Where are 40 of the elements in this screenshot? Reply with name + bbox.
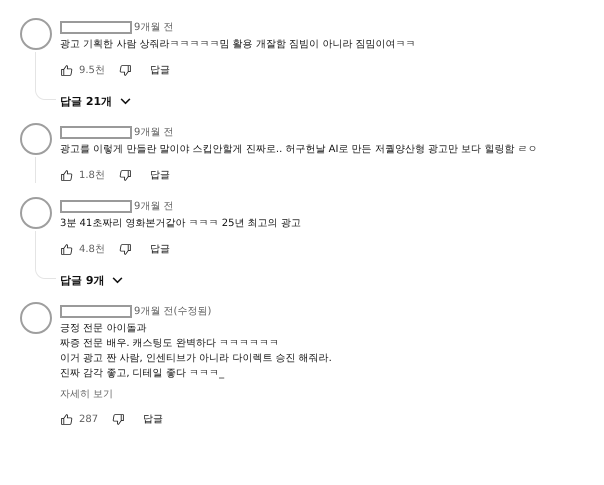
- thumbs-down-icon[interactable]: [118, 168, 132, 182]
- thumbs-down-icon[interactable]: [118, 242, 132, 256]
- comment-text: 긍정 전문 아이돌과: [60, 322, 146, 336]
- thumbs-up-icon[interactable]: [60, 242, 73, 256]
- comment-time[interactable]: 9개월 전(수정됨): [134, 304, 212, 318]
- comment-text: 이거 광고 짠 사람, 인센티브가 아니라 다이렉트 승진 해줘라.: [60, 352, 332, 366]
- like-count: 287: [79, 414, 98, 424]
- chevron-down-icon: [120, 98, 132, 105]
- redacted-name: [60, 126, 132, 138]
- avatar-icon[interactable]: [20, 197, 52, 229]
- reply-button[interactable]: 답글: [150, 168, 170, 182]
- redacted-name: [60, 20, 132, 34]
- comment-time[interactable]: 9개월 전: [134, 125, 174, 139]
- read-more-link[interactable]: 자세히 보기: [60, 387, 114, 401]
- like-count: 4.8천: [79, 243, 105, 256]
- comment-text: 짜증 전문 배우. 캐스팅도 완벽하다 ㅋㅋㅋㅋㅋㅋ: [60, 337, 280, 351]
- redacted-name: [60, 200, 132, 212]
- redacted-name: [60, 304, 132, 318]
- thumbs-up-icon[interactable]: [60, 168, 73, 182]
- reply-button[interactable]: 답글: [150, 242, 170, 256]
- replies-toggle[interactable]: 답글 9개: [60, 273, 124, 288]
- chevron-down-icon: [112, 277, 124, 284]
- replies-toggle[interactable]: 답글 21개: [60, 94, 132, 109]
- reply-button[interactable]: 답글: [150, 63, 170, 77]
- comment-text: 광고 기획한 사람 상줘라ㅋㅋㅋㅋㅋ밈 활용 개잘함 짐빔이 아니라 짐밈이여ㅋㅋ: [60, 38, 416, 52]
- reply-button[interactable]: 답글: [143, 412, 164, 426]
- comment-text: 3분 41초짜리 영화본거같아 ㅋㅋㅋ 25년 최고의 광고: [60, 217, 301, 231]
- thumbs-down-icon[interactable]: [118, 64, 132, 76]
- thumbs-down-icon[interactable]: [112, 412, 126, 426]
- comment-text: 광고를 이렇게 만들란 말이야 스킵안할게 진짜로.. 허구헌날 AI로 만든 저퀄양산형 광고만 보다 힐링함 ㄹㅇ: [60, 143, 538, 157]
- like-count: 9.5천: [79, 64, 105, 77]
- avatar-icon[interactable]: [20, 302, 52, 334]
- like-count: 1.8천: [79, 169, 105, 182]
- thumbs-up-icon[interactable]: [60, 412, 73, 426]
- thumbs-up-icon[interactable]: [60, 64, 73, 76]
- comment-time[interactable]: 9개월 전: [134, 199, 174, 213]
- comment-time[interactable]: 9개월 전: [134, 20, 174, 34]
- avatar-icon[interactable]: [20, 123, 52, 155]
- avatar-icon[interactable]: [20, 18, 52, 50]
- comment-text: 진짜 감각 좋고, 디테일 좋다 ㅋㅋㅋ_: [60, 367, 224, 381]
